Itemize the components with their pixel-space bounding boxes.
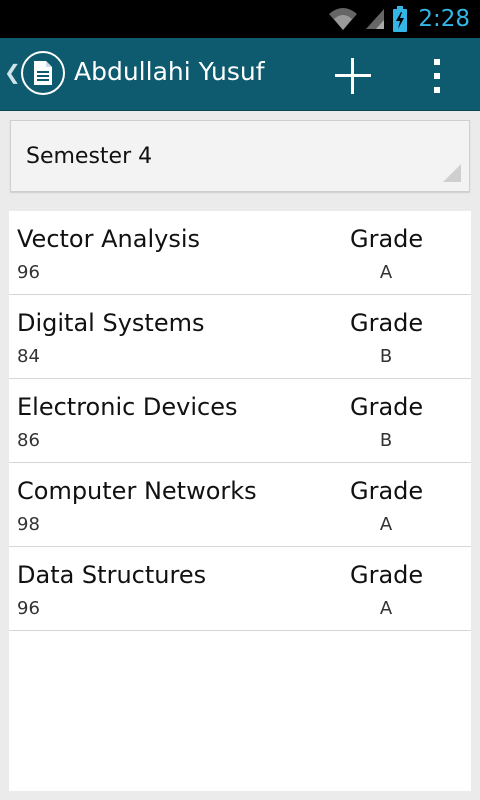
course-score: 86 — [17, 430, 40, 451]
course-name: Electronic Devices — [17, 393, 238, 421]
overflow-menu-icon[interactable] — [425, 56, 449, 96]
course-name: Data Structures — [17, 561, 207, 589]
wifi-icon — [329, 8, 358, 30]
grade-value: A — [379, 262, 393, 283]
course-name: Digital Systems — [17, 309, 205, 337]
status-time: 2:28 — [418, 6, 470, 32]
list-item[interactable]: Vector Analysis 96 Grade A — [9, 211, 471, 295]
up-caret-icon[interactable]: ❮ — [4, 60, 21, 84]
document-icon — [34, 61, 52, 85]
app-home-button[interactable] — [21, 51, 65, 95]
course-name: Vector Analysis — [17, 225, 200, 253]
course-list: Vector Analysis 96 Grade A Digital Syste… — [9, 211, 471, 791]
list-item[interactable]: Electronic Devices 86 Grade B — [9, 379, 471, 463]
signal-icon — [366, 9, 385, 29]
semester-spinner[interactable]: Semester 4 — [10, 120, 470, 192]
add-icon[interactable] — [331, 54, 375, 98]
list-item[interactable]: Digital Systems 84 Grade B — [9, 295, 471, 379]
grade-label: Grade — [350, 393, 424, 421]
course-score: 84 — [17, 346, 40, 367]
semester-selected: Semester 4 — [26, 144, 153, 169]
course-score: 96 — [17, 598, 40, 619]
course-name: Computer Networks — [17, 477, 257, 505]
grade-value: A — [379, 514, 393, 535]
grade-value: B — [379, 346, 393, 367]
grade-label: Grade — [350, 225, 424, 253]
action-bar: ❮ Abdullahi Yusuf — [0, 38, 480, 111]
app-title: Abdullahi Yusuf — [74, 57, 265, 86]
battery-charging-icon — [393, 6, 408, 32]
list-item[interactable]: Data Structures 96 Grade A — [9, 547, 471, 631]
grade-label: Grade — [350, 477, 424, 505]
spinner-arrow-icon — [443, 164, 461, 182]
grade-value: A — [379, 598, 393, 619]
grade-label: Grade — [350, 309, 424, 337]
grade-label: Grade — [350, 561, 424, 589]
course-score: 96 — [17, 262, 40, 283]
list-item[interactable]: Computer Networks 98 Grade A — [9, 463, 471, 547]
status-bar: 2:28 — [0, 0, 480, 38]
grade-value: B — [379, 430, 393, 451]
status-icons: 2:28 — [328, 0, 470, 38]
course-score: 98 — [17, 514, 40, 535]
